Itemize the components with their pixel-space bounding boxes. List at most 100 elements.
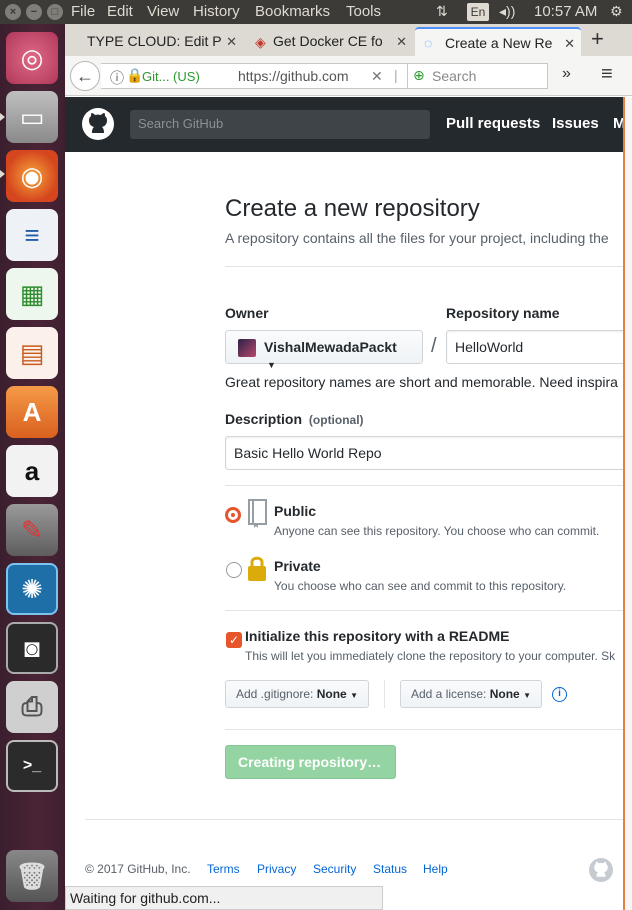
site-identity[interactable]: Git... (US) [142, 69, 200, 84]
menu-edit[interactable]: Edit [107, 3, 133, 20]
menu-view[interactable]: View [147, 3, 179, 20]
menu-tools[interactable]: Tools [346, 3, 381, 20]
running-indicator [0, 170, 5, 178]
footer-divider [85, 819, 623, 820]
unity-launcher: ◎ ▭ ◉ ≡ ▦ ▤ A a ✎ ✺ ◙ ⎙ >_ 🗑 [0, 24, 65, 910]
private-title: Private [274, 558, 321, 574]
license-value: None [489, 687, 520, 701]
search-engine-icon: ⊕ [413, 67, 425, 83]
settings-gear-icon[interactable]: ⚙ [610, 3, 623, 20]
nav-issues[interactable]: Issues [552, 115, 599, 132]
splash-app-icon[interactable]: ✺ [6, 563, 58, 615]
menu-file[interactable]: File [71, 3, 95, 20]
search-input[interactable]: ⊕ Search [407, 63, 548, 89]
menu-bookmarks[interactable]: Bookmarks [255, 3, 330, 20]
browser-status-bar: Waiting for github.com... [65, 886, 383, 910]
clear-url-icon[interactable]: ✕ [371, 68, 383, 85]
repo-name-label: Repository name [446, 305, 560, 321]
overflow-chevron-icon[interactable]: » [562, 65, 571, 83]
close-icon[interactable]: ✕ [396, 34, 407, 50]
github-logo-icon[interactable] [589, 858, 613, 882]
running-indicator [0, 113, 5, 121]
divider [225, 729, 623, 730]
system-settings-icon[interactable]: ✎ [6, 504, 58, 556]
printer-icon[interactable]: ⎙ [6, 681, 58, 733]
optional-tag: (optional) [308, 413, 364, 427]
info-icon[interactable]: i [552, 687, 567, 702]
nav-pull-requests[interactable]: Pull requests [446, 115, 540, 132]
network-updown-icon[interactable]: ⇅ [436, 3, 448, 20]
tab-favicon-icon: ◈ [255, 34, 266, 50]
libreoffice-impress-icon[interactable]: ▤ [6, 327, 58, 379]
browser-tab-bar: TYPE CLOUD: Edit P ✕ ◈ Get Docker CE fo … [65, 24, 632, 56]
libreoffice-calc-icon[interactable]: ▦ [6, 268, 58, 320]
create-repository-button[interactable]: Creating repository… [225, 745, 396, 779]
menu-history[interactable]: History [193, 3, 240, 20]
page-content: Create a new repository A repository con… [65, 152, 623, 886]
files-icon[interactable]: ▭ [6, 91, 58, 143]
divider [225, 485, 623, 486]
gitignore-value: None [316, 687, 347, 701]
description-label-text: Description [225, 411, 303, 427]
software-center-icon[interactable]: A [6, 386, 58, 438]
system-top-panel: × − □ File Edit View History Bookmarks T… [0, 0, 632, 24]
readme-checkbox[interactable]: ✓ [226, 632, 242, 648]
divider [225, 610, 623, 611]
avatar [238, 339, 256, 357]
repo-book-icon [248, 499, 267, 528]
amazon-icon[interactable]: a [6, 445, 58, 497]
tab-create-repo[interactable]: ◌ Create a New Re ✕ [415, 27, 581, 56]
firefox-icon[interactable]: ◉ [6, 150, 58, 202]
description-input[interactable]: Basic Hello World Repo [225, 436, 623, 470]
github-search-input[interactable]: Search GitHub [130, 110, 430, 139]
private-description: You choose who can see and commit to thi… [274, 579, 567, 593]
loading-spinner-icon: ◌ [424, 35, 433, 51]
footer-link-security[interactable]: Security [313, 862, 356, 876]
hamburger-menu-icon[interactable]: ≡ [601, 63, 613, 86]
clock[interactable]: 10:57 AM [534, 3, 597, 20]
gitignore-select[interactable]: Add .gitignore: None ▼ [225, 680, 369, 708]
volume-icon[interactable]: ◂)) [499, 3, 515, 20]
tab-docker[interactable]: ◈ Get Docker CE fo ✕ [247, 27, 413, 56]
footer-link-privacy[interactable]: Privacy [257, 862, 296, 876]
ubuntu-dash-icon[interactable]: ◎ [6, 32, 58, 84]
tab-title: Get Docker CE fo [273, 33, 383, 49]
footer-copyright: © 2017 GitHub, Inc. [85, 862, 191, 876]
public-radio[interactable] [225, 507, 241, 523]
close-icon[interactable]: ✕ [226, 34, 237, 50]
libreoffice-writer-icon[interactable]: ≡ [6, 209, 58, 261]
close-icon[interactable]: ✕ [564, 36, 575, 52]
gitignore-label: Add .gitignore: [236, 687, 314, 701]
owner-value: VishalMewadaPackt [264, 339, 397, 355]
tab-type-cloud[interactable]: TYPE CLOUD: Edit P ✕ [79, 27, 243, 56]
url-bar-divider: | [394, 67, 398, 83]
tab-title: Create a New Re [445, 35, 553, 51]
lock-icon [248, 556, 266, 581]
footer-link-status[interactable]: Status [373, 862, 407, 876]
github-header: Search GitHub Pull requests Issues M [65, 97, 626, 152]
back-arrow-icon[interactable]: ← [70, 61, 100, 91]
repo-name-input[interactable]: HelloWorld [446, 330, 623, 364]
owner-repo-separator: / [431, 335, 437, 357]
lock-icon: 🔒 [126, 67, 144, 83]
terminal-icon[interactable]: >_ [6, 740, 58, 792]
info-icon[interactable]: ⓘ [110, 68, 124, 88]
vertical-scrollbar[interactable] [625, 97, 632, 910]
screenshot-app-icon[interactable]: ◙ [6, 622, 58, 674]
license-select[interactable]: Add a license: None ▼ [400, 680, 542, 708]
window-close-button[interactable]: × [5, 4, 21, 20]
url-bar[interactable]: ⓘ 🔒 Git... (US) https://github.com ✕ | [101, 63, 431, 89]
footer-link-help[interactable]: Help [423, 862, 448, 876]
url-text[interactable]: https://github.com [238, 68, 349, 84]
trash-icon[interactable]: 🗑 [6, 850, 58, 902]
window-minimize-button[interactable]: − [26, 4, 42, 20]
keyboard-layout-indicator[interactable]: En [467, 3, 489, 21]
owner-select[interactable]: VishalMewadaPackt ▼ [225, 330, 423, 370]
new-tab-button[interactable]: + [591, 26, 604, 52]
private-radio[interactable] [226, 562, 242, 578]
github-logo-icon[interactable] [82, 108, 114, 140]
page-title: Create a new repository [225, 195, 480, 222]
footer-link-terms[interactable]: Terms [207, 862, 240, 876]
tab-title: TYPE CLOUD: Edit P [87, 33, 222, 49]
window-maximize-button[interactable]: □ [47, 4, 63, 20]
